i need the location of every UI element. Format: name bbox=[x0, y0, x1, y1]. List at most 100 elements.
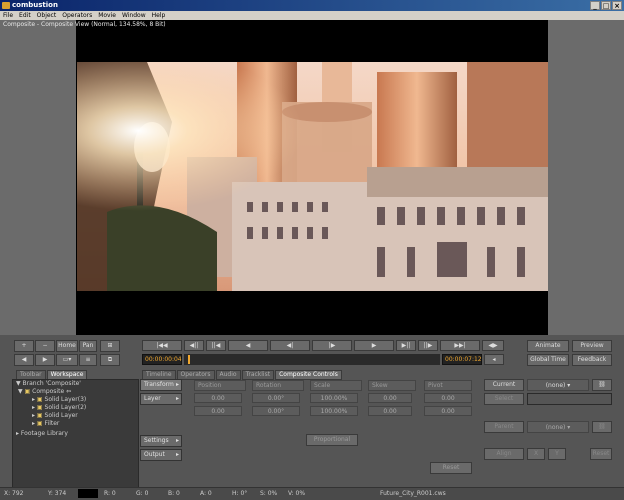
tree-branch-composite[interactable]: ▼ Branch 'Composite' bbox=[16, 380, 81, 387]
feedback-toggle[interactable]: Feedback bbox=[572, 354, 612, 366]
prev-key-button[interactable]: ◀|| bbox=[184, 340, 204, 351]
parent-link-icon[interactable]: ⛓ bbox=[592, 421, 612, 433]
position-x-field[interactable]: 0.00 bbox=[194, 393, 242, 403]
tree-solid-layer-2[interactable]: ▸ ▣ Solid Layer(2) bbox=[32, 404, 86, 411]
window-title: combustion bbox=[12, 1, 58, 9]
next-keyframe-button[interactable]: ||▶ bbox=[418, 340, 438, 351]
minimize-button[interactable]: _ bbox=[590, 1, 600, 10]
scale-header[interactable]: Scale bbox=[310, 380, 362, 391]
status-x: X: 792 bbox=[4, 490, 24, 497]
current-timecode[interactable]: 00:00:00:04 bbox=[142, 354, 182, 365]
time-slider[interactable] bbox=[184, 354, 440, 365]
time-options-icon[interactable]: ◂ bbox=[484, 354, 504, 365]
pivot-y-field[interactable]: 0.00 bbox=[424, 406, 472, 416]
go-to-end-button[interactable]: ▶▶| bbox=[440, 340, 480, 351]
reset-button[interactable]: Reset bbox=[430, 462, 472, 474]
tab-composite-controls[interactable]: Composite Controls bbox=[275, 370, 342, 380]
skew-y-field[interactable]: 0.00 bbox=[368, 406, 412, 416]
align-y-button[interactable]: Y bbox=[548, 448, 566, 460]
control-area: + − Home Pan ⊞ ◀ ▶ ▭▾ ≡ ⧉ Toolbar Worksp… bbox=[0, 335, 624, 499]
tree-filter[interactable]: ▸ ▣ Filter bbox=[32, 420, 59, 427]
pivot-header[interactable]: Pivot bbox=[424, 380, 472, 391]
zoom-in-button[interactable]: + bbox=[14, 340, 34, 352]
menu-help[interactable]: Help bbox=[149, 11, 169, 20]
proportional-toggle[interactable]: Proportional bbox=[306, 434, 358, 446]
status-y: Y: 374 bbox=[48, 490, 67, 497]
tree-solid-layer[interactable]: ▸ ▣ Solid Layer bbox=[32, 412, 78, 419]
animate-button[interactable]: Animate bbox=[527, 340, 569, 352]
zoom-out-button[interactable]: − bbox=[35, 340, 55, 352]
loop-button[interactable]: ◀▶ bbox=[482, 340, 504, 351]
layer-button[interactable]: Layer bbox=[140, 393, 182, 405]
position-header[interactable]: Position bbox=[194, 380, 246, 391]
current-label: Current bbox=[484, 379, 524, 391]
end-timecode[interactable]: 00:00:07:12 bbox=[442, 354, 482, 365]
scale-x-field[interactable]: 100.00% bbox=[310, 393, 358, 403]
pointer-arrow-icon: ⇦ bbox=[66, 388, 72, 395]
maximize-button[interactable]: □ bbox=[601, 1, 611, 10]
app-icon bbox=[2, 2, 10, 9]
menu-operators[interactable]: Operators bbox=[59, 11, 95, 20]
global-time-toggle[interactable]: Global Time bbox=[527, 354, 569, 366]
play-button[interactable]: ▶ bbox=[354, 340, 394, 351]
tab-audio[interactable]: Audio bbox=[215, 370, 241, 380]
snapshot-icon[interactable]: ⧉ bbox=[100, 354, 120, 366]
status-v: V: 0% bbox=[288, 490, 306, 497]
home-button[interactable]: Home bbox=[56, 340, 78, 352]
status-b: B: 0 bbox=[168, 490, 180, 497]
preview-button[interactable]: Preview bbox=[572, 340, 612, 352]
channels-icon[interactable]: ≡ bbox=[79, 354, 97, 366]
status-r: R: 0 bbox=[104, 490, 116, 497]
viewer-label: Composite - Composite View (Normal, 134.… bbox=[3, 21, 166, 28]
color-swatch bbox=[78, 489, 98, 498]
grid-icon[interactable]: ⊞ bbox=[100, 340, 120, 352]
rotation-x-field[interactable]: 0.00° bbox=[252, 393, 300, 403]
parent-dropdown[interactable]: (none) ▾ bbox=[527, 421, 589, 433]
menu-window[interactable]: Window bbox=[119, 11, 149, 20]
align-reset-button[interactable]: Reset bbox=[590, 448, 612, 460]
menu-edit[interactable]: Edit bbox=[16, 11, 34, 20]
rotation-y-field[interactable]: 0.00° bbox=[252, 406, 300, 416]
menu-file[interactable]: File bbox=[0, 11, 16, 20]
transform-button[interactable]: Transform bbox=[140, 379, 182, 391]
prev-keyframe-button[interactable]: ||◀ bbox=[206, 340, 226, 351]
tab-tracklist[interactable]: Tracklist bbox=[241, 370, 275, 380]
skew-x-field[interactable]: 0.00 bbox=[368, 393, 412, 403]
menu-bar: File Edit Object Operators Movie Window … bbox=[0, 11, 624, 20]
go-to-start-button[interactable]: |◀◀ bbox=[142, 340, 182, 351]
title-bar: combustion _ □ × bbox=[0, 0, 624, 11]
position-y-field[interactable]: 0.00 bbox=[194, 406, 242, 416]
pan-button[interactable]: Pan bbox=[79, 340, 97, 352]
scale-y-field[interactable]: 100.00% bbox=[310, 406, 358, 416]
time-slider-handle[interactable] bbox=[188, 355, 190, 364]
step-forward-button[interactable]: |▶ bbox=[312, 340, 352, 351]
tree-solid-layer-3[interactable]: ▸ ▣ Solid Layer(3) bbox=[32, 396, 86, 403]
tree-footage-library[interactable]: ▸ Footage Library bbox=[16, 430, 68, 437]
view-layout-icon[interactable]: ▭▾ bbox=[56, 354, 78, 366]
align-x-button[interactable]: X bbox=[527, 448, 545, 460]
back-arrow-icon[interactable]: ◀ bbox=[14, 354, 34, 366]
skew-header[interactable]: Skew bbox=[368, 380, 416, 391]
link-icon[interactable]: ⛓ bbox=[592, 379, 612, 391]
align-button[interactable]: Align bbox=[484, 448, 524, 460]
city-scene-image bbox=[77, 62, 548, 291]
forward-arrow-icon[interactable]: ▶ bbox=[35, 354, 55, 366]
menu-object[interactable]: Object bbox=[34, 11, 60, 20]
status-g: G: 0 bbox=[136, 490, 149, 497]
tab-operators[interactable]: Operators bbox=[176, 370, 215, 380]
settings-button[interactable]: Settings bbox=[140, 435, 182, 447]
select-button[interactable]: Select bbox=[484, 393, 524, 405]
current-dropdown[interactable]: (none) ▾ bbox=[527, 379, 589, 391]
select-field[interactable] bbox=[527, 393, 612, 405]
pivot-x-field[interactable]: 0.00 bbox=[424, 393, 472, 403]
parent-button[interactable]: Parent bbox=[484, 421, 524, 433]
close-button[interactable]: × bbox=[612, 1, 622, 10]
output-button[interactable]: Output bbox=[140, 449, 182, 461]
status-h: H: 0° bbox=[232, 490, 248, 497]
menu-movie[interactable]: Movie bbox=[95, 11, 119, 20]
tree-composite[interactable]: ▼ ▣ Composite ⇦ bbox=[18, 388, 71, 395]
next-key-button[interactable]: ▶|| bbox=[396, 340, 416, 351]
rotation-header[interactable]: Rotation bbox=[252, 380, 304, 391]
step-back-button[interactable]: ◀| bbox=[270, 340, 310, 351]
play-reverse-button[interactable]: ◀ bbox=[228, 340, 268, 351]
